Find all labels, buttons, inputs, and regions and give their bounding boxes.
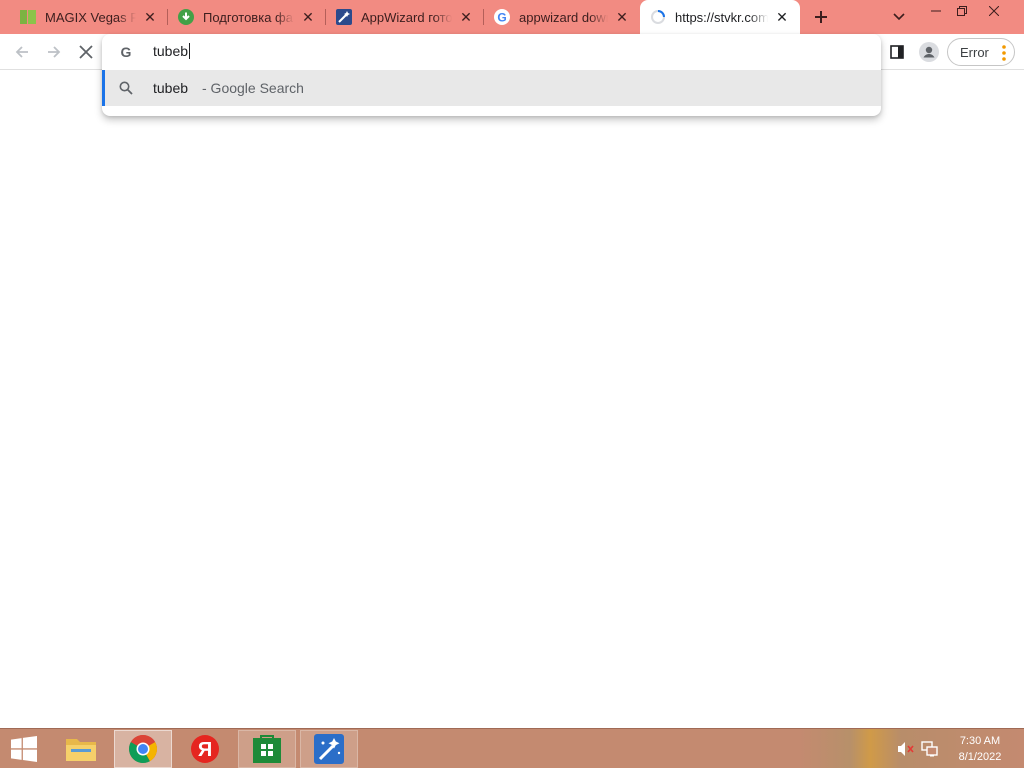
tab-appwizard-download[interactable]: G appwizard download ✕ [484,0,640,34]
new-tab-button[interactable] [808,5,834,29]
close-icon[interactable]: ✕ [142,9,158,25]
close-icon[interactable]: ✕ [458,9,474,25]
system-tray [896,737,940,761]
appwizard-icon [314,734,344,764]
restore-icon [957,6,967,16]
taskbar: Я 7:30 AM 8/1/2022 [0,728,1024,768]
tab-title: Подготовка файла [203,9,294,25]
close-icon[interactable]: ✕ [300,9,316,25]
tab-title: https://stvkr.com/ [675,9,768,25]
address-bar[interactable]: G tubeb [102,34,881,70]
more-vert-icon [1002,45,1006,61]
side-panel-icon [890,45,904,59]
google-icon: G [494,9,510,25]
address-input-value: tubeb [153,43,189,59]
stop-loading-button[interactable] [72,38,100,66]
svg-text:G: G [497,11,506,25]
tab-title: MAGIX Vegas Pro [45,9,136,25]
tab-title: appwizard download [519,9,608,25]
clock-date: 8/1/2022 [958,751,1002,763]
back-button[interactable] [8,38,36,66]
tab-file-prep[interactable]: Подготовка файла ✕ [168,0,326,34]
forward-button[interactable] [40,38,68,66]
system-clock[interactable]: 7:30 AM 8/1/2022 [948,733,1012,765]
chrome-icon [129,735,157,764]
plus-icon [815,11,827,23]
restore-button[interactable] [946,0,978,22]
page-content [0,71,1024,728]
tab-strip: MAGIX Vegas Pro ✕ Подготовка файла ✕ App… [0,0,1024,34]
close-icon [989,6,999,16]
close-icon[interactable]: ✕ [774,9,790,25]
google-icon: G [121,44,132,60]
avatar-icon [919,42,939,62]
magix-vegas-icon [20,9,36,25]
tab-stvkr-active[interactable]: https://stvkr.com/ ✕ [640,0,800,34]
side-panel-button[interactable] [883,38,911,66]
tab-title: AppWizard готов [361,9,452,25]
address-input[interactable]: tubeb [153,43,191,59]
svg-text:G: G [121,44,132,60]
chevron-down-icon [893,13,905,21]
text-caret [189,43,191,59]
svg-text:Я: Я [198,739,212,761]
profile-error-button[interactable]: Error [947,38,1015,66]
minimize-icon [931,10,941,12]
tab-magix-vegas[interactable]: MAGIX Vegas Pro ✕ [10,0,168,34]
arrow-left-icon [15,46,28,58]
profile-avatar-button[interactable] [915,38,943,66]
store-icon [253,735,281,763]
tab-search-button[interactable] [886,5,912,29]
start-button[interactable] [0,730,48,768]
close-icon[interactable]: ✕ [614,9,630,25]
tab-appwizard-ready[interactable]: AppWizard готов ✕ [326,0,484,34]
taskbar-yandex[interactable]: Я [176,730,234,768]
error-label: Error [960,44,989,60]
taskbar-appwizard[interactable] [300,730,358,768]
windows-icon [11,736,37,762]
volume-muted-icon[interactable] [896,739,916,759]
folder-icon [66,739,96,761]
close-icon [79,45,93,59]
download-arrow-icon [178,9,194,25]
arrow-right-icon [48,46,61,58]
yandex-icon: Я [191,735,219,763]
loading-spinner-icon [650,9,666,25]
network-icon[interactable] [920,739,940,759]
window-close-button[interactable] [978,0,1010,22]
appwizard-icon [336,9,352,25]
taskbar-file-explorer[interactable] [52,730,110,768]
clock-time: 7:30 AM [959,735,1001,747]
taskbar-store[interactable] [238,730,296,768]
taskbar-chrome[interactable] [114,730,172,768]
